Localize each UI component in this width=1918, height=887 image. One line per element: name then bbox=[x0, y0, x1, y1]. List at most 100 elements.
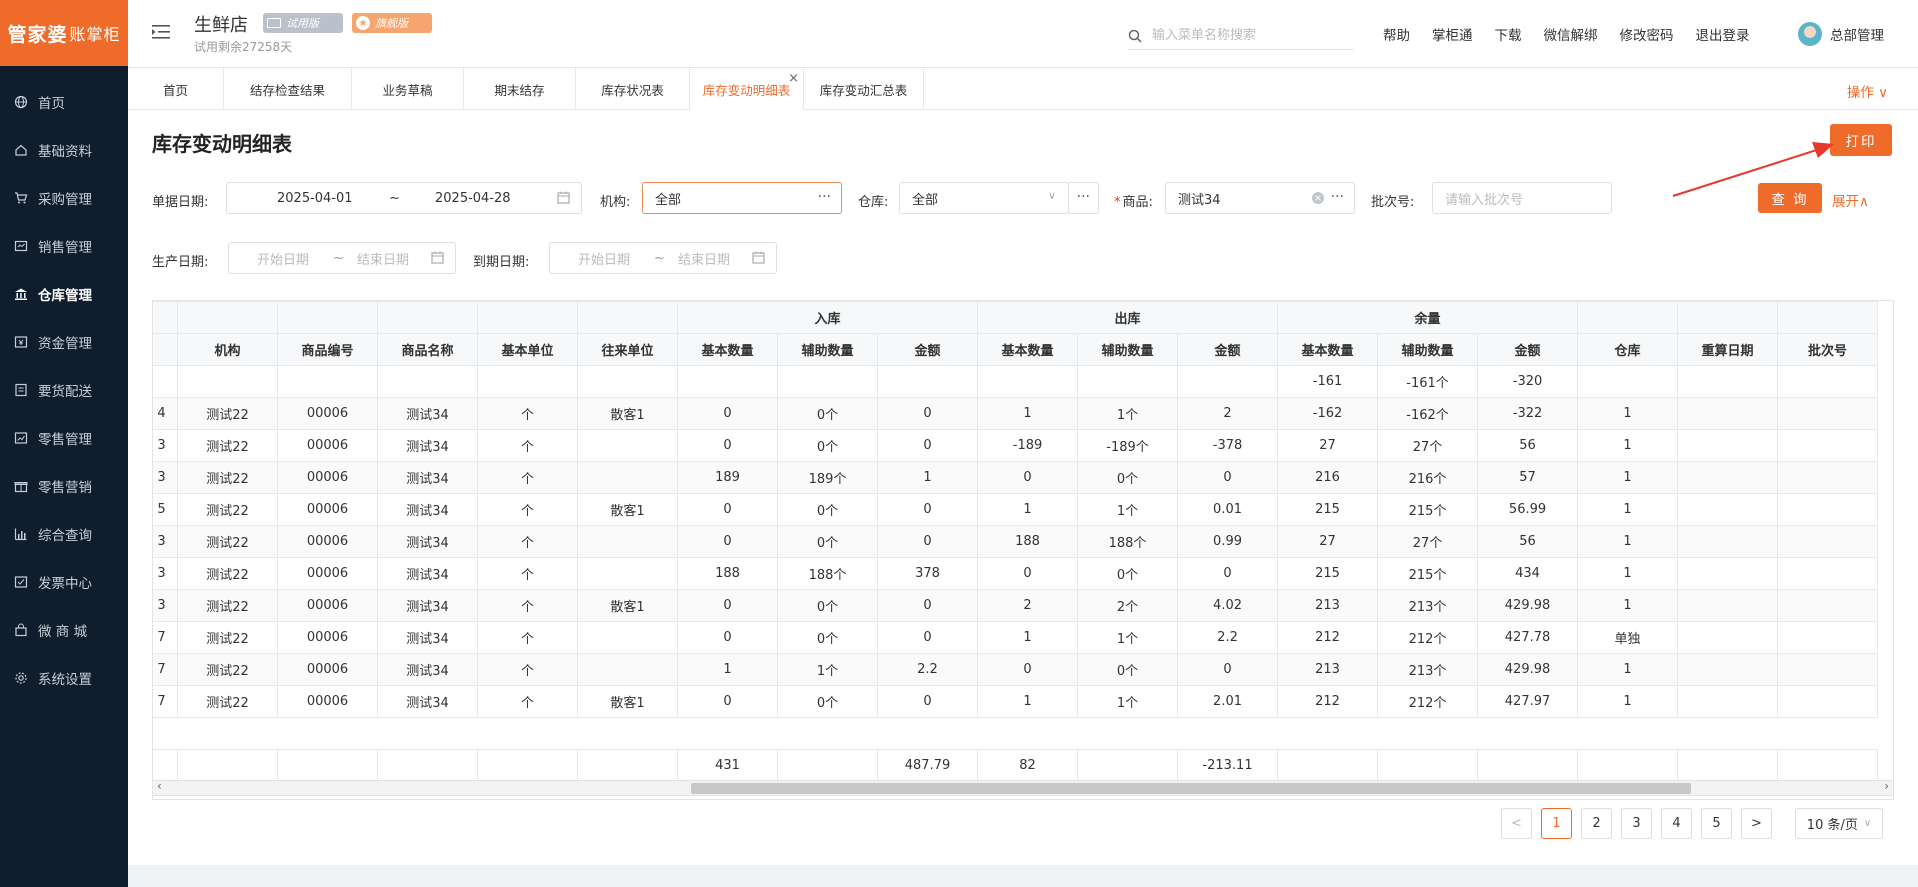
table-cell: 2.2 bbox=[1177, 621, 1279, 654]
table-row[interactable]: 4 测试22 00006 测试34 个散客1 0 0个 0 1 1个 2 -162 -162个 -322 1 bbox=[153, 397, 1879, 430]
sidebar-item-4[interactable]: 销售管理 bbox=[0, 222, 128, 270]
column-header[interactable]: 金额 bbox=[876, 333, 979, 366]
column-header[interactable]: 仓库 bbox=[1577, 333, 1679, 366]
column-header[interactable] bbox=[153, 333, 178, 366]
column-header[interactable]: 金额 bbox=[1477, 333, 1579, 366]
opening-balance-row[interactable]: -161 -161个 -320 bbox=[153, 365, 1879, 398]
logout-link[interactable]: 退出登录 bbox=[1696, 24, 1750, 44]
operations-dropdown[interactable]: 操作 ∨ bbox=[1847, 81, 1888, 101]
column-header[interactable]: 基本单位 bbox=[477, 333, 578, 366]
table-cell: 单独 bbox=[1577, 621, 1679, 654]
page-button[interactable]: 4 bbox=[1661, 808, 1692, 839]
expand-link[interactable]: 展开∧ bbox=[1832, 190, 1869, 210]
date-label: 单据日期: bbox=[152, 195, 209, 210]
query-button[interactable]: 查 询 bbox=[1758, 183, 1822, 213]
org-selector[interactable]: 全部 ··· bbox=[642, 182, 842, 214]
sidebar-item-2[interactable]: 基础资料 bbox=[0, 126, 128, 174]
totals-row[interactable]: 431 487.79 82 -213.11 bbox=[153, 749, 1879, 782]
table-row[interactable]: 3 测试22 00006 测试34 个 188 188个 378 0 0个 0 215 215个 434 1 bbox=[153, 557, 1879, 590]
page-button[interactable]: 1 bbox=[1541, 808, 1572, 839]
scroll-right-icon[interactable]: › bbox=[1884, 779, 1889, 793]
page-button[interactable]: 2 bbox=[1581, 808, 1612, 839]
sidebar-item-7[interactable]: 要货配送 bbox=[0, 366, 128, 414]
scroll-left-icon[interactable]: ‹ bbox=[157, 779, 162, 793]
zhanggui-link[interactable]: 掌柜通 bbox=[1432, 24, 1473, 44]
date-range-picker[interactable]: 2025-04-01 ~ 2025-04-28 bbox=[226, 182, 582, 214]
tab-stock-change-detail[interactable]: 库存变动明细表 × bbox=[690, 68, 804, 110]
column-header[interactable]: 基本数量 bbox=[677, 333, 778, 366]
column-header[interactable]: 商品编号 bbox=[277, 333, 378, 366]
column-header[interactable]: 机构 bbox=[177, 333, 278, 366]
sidebar-item-6[interactable]: 资金管理 bbox=[0, 318, 128, 366]
expire-start[interactable]: 开始日期 bbox=[578, 249, 630, 268]
prev-page-button[interactable]: < bbox=[1501, 808, 1532, 839]
help-link[interactable]: 帮助 bbox=[1383, 24, 1410, 44]
table-row[interactable]: 3 测试22 00006 测试34 个散客1 0 0个 0 2 2个 4.02 213 213个 429.… bbox=[153, 589, 1879, 622]
warehouse-select[interactable]: 全部 ∨ bbox=[899, 182, 1069, 214]
store-name[interactable]: 生鲜店 bbox=[194, 11, 248, 37]
column-header[interactable]: 批次号 bbox=[1777, 333, 1879, 366]
sidebar-item-8[interactable]: 零售管理 bbox=[0, 414, 128, 462]
menu-toggle-icon[interactable] bbox=[152, 24, 170, 40]
column-header[interactable]: 辅助数量 bbox=[1077, 333, 1179, 366]
production-end[interactable]: 结束日期 bbox=[357, 249, 409, 268]
page-button[interactable]: 5 bbox=[1701, 808, 1732, 839]
header-cell bbox=[477, 301, 578, 334]
table-row[interactable]: 7 测试22 00006 测试34 个 0 0个 0 1 1个 2.2 212 212个 427.78 单独 bbox=[153, 621, 1879, 654]
column-header[interactable]: 基本数量 bbox=[1277, 333, 1379, 366]
download-link[interactable]: 下载 bbox=[1495, 24, 1522, 44]
table-cell: 189 bbox=[677, 461, 778, 494]
date-start[interactable]: 2025-04-01 bbox=[277, 191, 353, 206]
more-icon[interactable]: ··· bbox=[818, 189, 831, 205]
close-icon[interactable]: × bbox=[788, 72, 799, 85]
tab-period-end[interactable]: 期末结存 bbox=[464, 68, 576, 110]
column-header[interactable]: 辅助数量 bbox=[777, 333, 878, 366]
production-start[interactable]: 开始日期 bbox=[257, 249, 309, 268]
print-button[interactable]: 打印 bbox=[1830, 124, 1892, 156]
sidebar-item-10[interactable]: 综合查询 bbox=[0, 510, 128, 558]
expire-date-picker[interactable]: 开始日期 ~ 结束日期 bbox=[549, 242, 777, 274]
menu-search-input[interactable] bbox=[1152, 28, 1342, 43]
sidebar-item-1[interactable]: 首页 bbox=[0, 78, 128, 126]
column-header[interactable]: 辅助数量 bbox=[1377, 333, 1479, 366]
sidebar-item-5[interactable]: 仓库管理 bbox=[0, 270, 128, 318]
column-header[interactable]: 往来单位 bbox=[577, 333, 678, 366]
column-header[interactable]: 基本数量 bbox=[977, 333, 1079, 366]
clear-icon[interactable]: × bbox=[1312, 192, 1324, 204]
tab-drafts[interactable]: 业务草稿 bbox=[352, 68, 464, 110]
user-menu[interactable]: 总部管理 bbox=[1798, 22, 1884, 46]
table-row[interactable]: 3 测试22 00006 测试34 个 0 0个 0 -189 -189个 -378 27 27个 56 1 bbox=[153, 429, 1879, 462]
table-row[interactable]: 7 测试22 00006 测试34 个 1 1个 2.2 0 0个 0 213 213个 429.98 1 bbox=[153, 653, 1879, 686]
tab-stock-status[interactable]: 库存状况表 bbox=[576, 68, 690, 110]
tab-stock-change-summary[interactable]: 库存变动汇总表 bbox=[804, 68, 924, 110]
warehouse-more-button[interactable]: ··· bbox=[1068, 182, 1099, 214]
table-row[interactable]: 5 测试22 00006 测试34 个散客1 0 0个 0 1 1个 0.01 215 215个 56.9… bbox=[153, 493, 1879, 526]
column-header[interactable]: 金额 bbox=[1177, 333, 1279, 366]
expire-end[interactable]: 结束日期 bbox=[678, 249, 730, 268]
table-row[interactable]: 3 测试22 00006 测试34 个 189 189个 1 0 0个 0 216 216个 57 1 bbox=[153, 461, 1879, 494]
column-header[interactable]: 重算日期 bbox=[1677, 333, 1779, 366]
change-password-link[interactable]: 修改密码 bbox=[1620, 24, 1674, 44]
column-header[interactable]: 商品名称 bbox=[377, 333, 478, 366]
production-date-picker[interactable]: 开始日期 ~ 结束日期 bbox=[228, 242, 456, 274]
tab-home[interactable]: 首页 bbox=[128, 68, 224, 110]
product-selector[interactable]: 测试34 × ··· bbox=[1165, 182, 1355, 214]
brand-logo[interactable]: 管家婆 账掌柜 bbox=[0, 0, 128, 66]
sidebar-item-12[interactable]: 微 商 城 bbox=[0, 606, 128, 654]
sidebar-item-3[interactable]: 采购管理 bbox=[0, 174, 128, 222]
table-row[interactable]: 3 测试22 00006 测试34 个 0 0个 0 188 188个 0.99 27 27个 56 1 bbox=[153, 525, 1879, 558]
tab-check-results[interactable]: 结存检查结果 bbox=[224, 68, 352, 110]
sidebar-item-9[interactable]: 零售营销 bbox=[0, 462, 128, 510]
page-button[interactable]: 3 bbox=[1621, 808, 1652, 839]
scroll-thumb[interactable] bbox=[691, 783, 1691, 794]
wechat-unbind-link[interactable]: 微信解绑 bbox=[1544, 24, 1598, 44]
date-end[interactable]: 2025-04-28 bbox=[435, 191, 511, 206]
page-size-select[interactable]: 10 条/页 ∨ bbox=[1795, 808, 1883, 839]
sidebar-item-13[interactable]: 系统设置 bbox=[0, 654, 128, 702]
sidebar-item-11[interactable]: 发票中心 bbox=[0, 558, 128, 606]
more-icon[interactable]: ··· bbox=[1331, 189, 1344, 205]
table-row[interactable]: 7 测试22 00006 测试34 个散客1 0 0个 0 1 1个 2.01 212 212个 427.… bbox=[153, 685, 1879, 718]
batch-input[interactable]: 请输入批次号 bbox=[1432, 182, 1612, 214]
horizontal-scrollbar[interactable]: ‹ › bbox=[152, 779, 1894, 796]
next-page-button[interactable]: > bbox=[1741, 808, 1772, 839]
